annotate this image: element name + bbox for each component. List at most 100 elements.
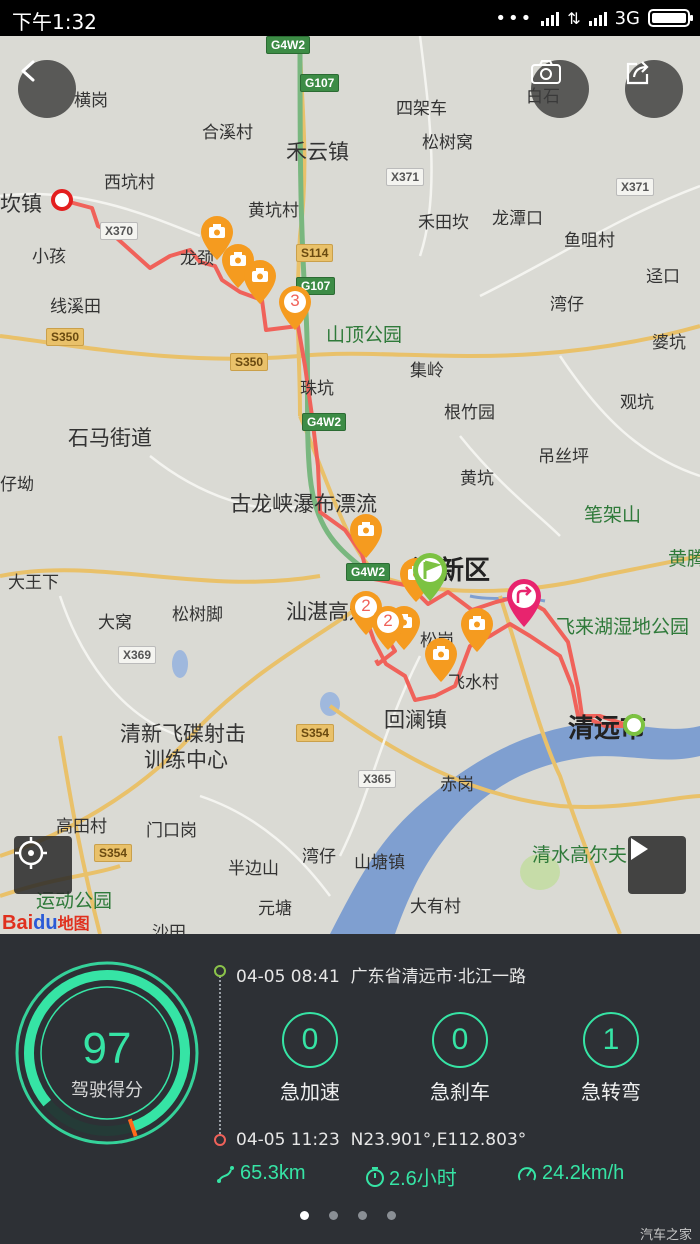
place-label: 湾仔	[302, 847, 336, 866]
place-label: 大有村	[410, 897, 461, 916]
turn-icon	[507, 579, 541, 627]
road-shield: X369	[118, 646, 157, 664]
logo-text: 地图	[57, 916, 90, 933]
logo-bai: Bai	[2, 912, 34, 934]
place-label: 山塘镇	[354, 853, 405, 872]
play-icon	[631, 838, 648, 860]
watermark: 汽车之家	[639, 1228, 692, 1243]
place-label: 迳口	[646, 267, 680, 286]
place-label: 西坑村	[104, 173, 155, 192]
road-shield: S350	[46, 328, 85, 346]
place-label: 高田村	[56, 817, 107, 836]
duration-value: 2.6小时	[389, 1168, 457, 1190]
camera-pin-icon	[350, 514, 382, 558]
place-label: 松树脚	[172, 605, 223, 624]
route-icon	[217, 1165, 234, 1183]
minor-roads	[0, 36, 700, 897]
camera-pin-icon	[244, 260, 276, 304]
lake	[172, 650, 188, 678]
road-shield: S114	[296, 244, 334, 262]
place-label: 笔架山	[584, 505, 642, 526]
place-label: 鱼咀村	[564, 231, 615, 250]
place-label: 坎镇	[0, 193, 42, 216]
river	[330, 723, 700, 934]
place-label: 元塘	[258, 899, 292, 918]
place-label: 小孩	[32, 247, 66, 266]
timeline-line	[219, 968, 221, 1138]
place-label: 观坑	[620, 393, 654, 412]
page-dot[interactable]	[387, 1211, 396, 1220]
page-dot[interactable]	[358, 1211, 367, 1220]
data-transfer-icon: ⇅	[567, 8, 581, 28]
end-place: N23.901°,E112.803°	[350, 1130, 527, 1150]
speedometer-icon	[518, 1166, 536, 1180]
stat-label: 急加速	[280, 1080, 340, 1104]
camera-button[interactable]	[531, 60, 589, 118]
share-icon	[626, 61, 649, 85]
camera-pin-icon	[461, 608, 493, 652]
stat-label: 急刹车	[430, 1080, 490, 1104]
play-button[interactable]	[628, 836, 686, 894]
stopwatch-icon	[366, 1166, 384, 1187]
road-shield: G107	[300, 74, 340, 92]
place-label: 大王下	[8, 573, 59, 592]
place-label: 松树窝	[422, 133, 473, 152]
event-marker-count: 3	[290, 291, 300, 310]
road-shield: S354	[296, 724, 335, 742]
road-shield: X371	[386, 168, 425, 186]
place-label: 合溪村	[202, 123, 253, 142]
place-label: 禾田坎	[418, 213, 469, 232]
road-shield: S354	[94, 844, 133, 862]
camera-pin-icon	[425, 638, 457, 682]
page-dot[interactable]	[300, 1211, 309, 1220]
road-shield: S350	[230, 353, 269, 371]
place-label: 吊丝坪	[538, 447, 589, 466]
place-label: 清水高尔夫	[532, 845, 628, 866]
driving-score: 97	[82, 1024, 132, 1073]
camera-icon	[531, 60, 561, 84]
trip-start: 04-05 08:41 广东省清远市·北江一路	[236, 962, 526, 987]
signal-icon-2	[588, 10, 607, 26]
event-marker-count: 2	[383, 611, 393, 630]
place-label: 线溪田	[50, 297, 101, 316]
speed-value: 24.2km/h	[542, 1162, 625, 1184]
place-label: 根竹园	[444, 403, 495, 422]
share-button[interactable]	[625, 60, 683, 118]
flag-icon	[413, 553, 447, 601]
place-label: 黄坑	[460, 469, 494, 488]
driving-score-label: 驾驶得分	[71, 1080, 143, 1101]
place-label: 大窝	[98, 613, 132, 632]
start-dot-icon	[214, 965, 226, 977]
place-label: 半边山	[228, 859, 279, 878]
logo-du: du	[33, 912, 58, 934]
route-map[interactable]: 横岗 合溪村 西坑村 坎镇 小孩 线溪田 龙颈 黄坑村 禾云镇 四架车 松树窝 禾田坎 龙潭口 鱼咀村 迳口…	[0, 36, 700, 934]
place-label: 龙潭口	[492, 209, 543, 228]
road-shield: G4W2	[346, 563, 391, 581]
more-dots-icon: •••	[495, 7, 534, 29]
stat-value: 0	[432, 1012, 488, 1068]
end-time: 04-05 11:23	[236, 1130, 340, 1150]
place-label: 仔坳	[0, 475, 34, 494]
stat-sharp-turn: 1 急转弯	[556, 1012, 666, 1105]
place-label: 沙田	[152, 923, 186, 934]
place-label: 珠坑	[300, 379, 334, 398]
place-label: 清远市	[568, 713, 647, 743]
status-icons: ••• ⇅ 3G	[495, 6, 693, 30]
status-time: 下午1:32	[12, 10, 97, 34]
place-label: 四架车	[396, 99, 447, 118]
road-shield: X371	[616, 178, 655, 196]
place-label: 禾云镇	[286, 141, 349, 164]
back-button[interactable]	[18, 60, 76, 118]
stat-value: 0	[282, 1012, 338, 1068]
page-indicator[interactable]	[300, 1211, 396, 1220]
baidu-map-logo: Baidu地图	[2, 910, 90, 934]
stat-hard-acceleration: 0 急加速	[255, 1012, 365, 1105]
place-label: 门口岗	[146, 821, 197, 840]
place-label: 集岭	[410, 361, 444, 380]
status-bar: 下午1:32 ••• ⇅ 3G	[0, 0, 700, 36]
place-label: 湾仔	[550, 295, 584, 314]
locate-button[interactable]	[14, 836, 72, 894]
page-dot[interactable]	[329, 1211, 338, 1220]
battery-icon	[648, 9, 693, 27]
distance-metric: 65.3km	[216, 1162, 306, 1185]
